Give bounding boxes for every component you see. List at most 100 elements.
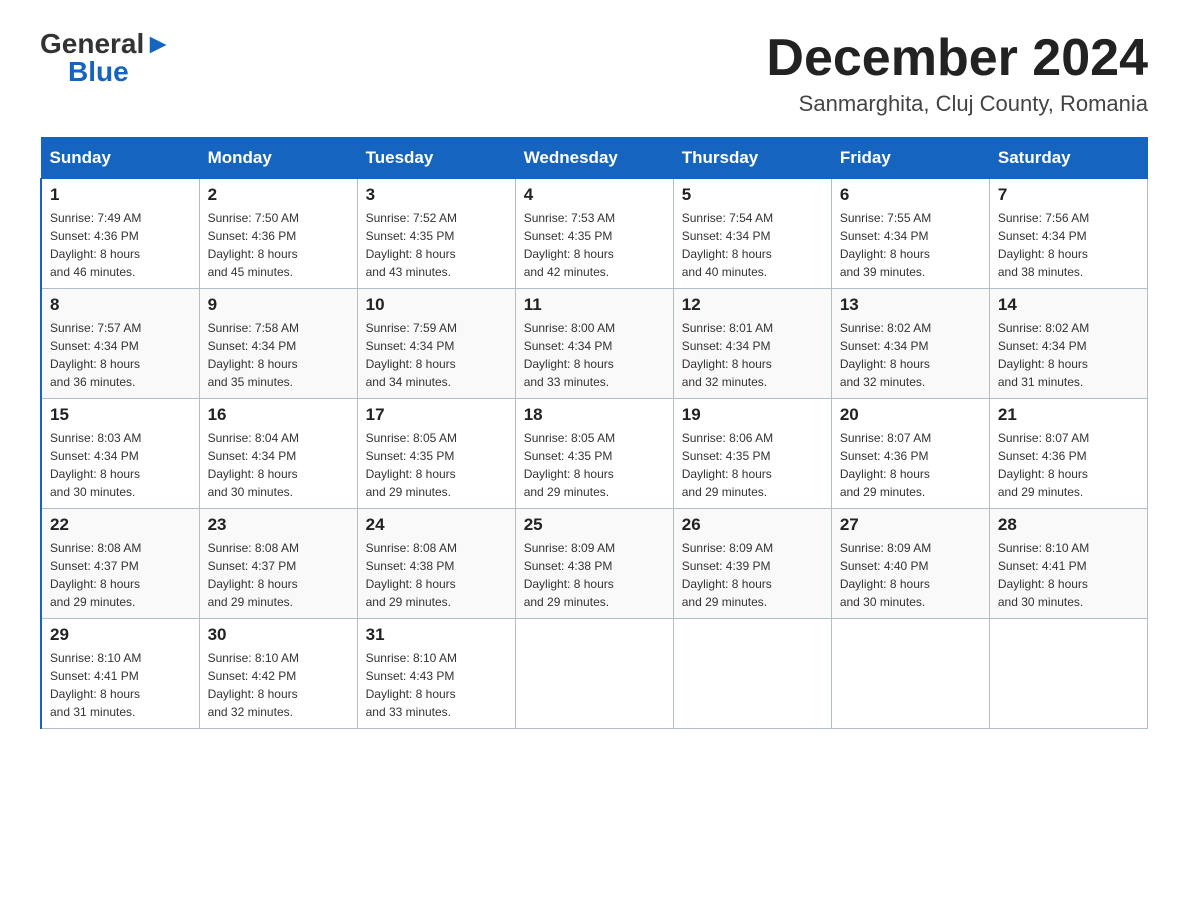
table-row — [515, 619, 673, 729]
day-number: 23 — [208, 515, 349, 535]
table-row: 27 Sunrise: 8:09 AMSunset: 4:40 PMDaylig… — [831, 509, 989, 619]
day-number: 25 — [524, 515, 665, 535]
day-number: 27 — [840, 515, 981, 535]
day-number: 15 — [50, 405, 191, 425]
calendar-row: 8 Sunrise: 7:57 AMSunset: 4:34 PMDayligh… — [41, 289, 1148, 399]
table-row: 15 Sunrise: 8:03 AMSunset: 4:34 PMDaylig… — [41, 399, 199, 509]
location: Sanmarghita, Cluj County, Romania — [766, 91, 1148, 117]
table-row: 2 Sunrise: 7:50 AMSunset: 4:36 PMDayligh… — [199, 179, 357, 289]
day-number: 10 — [366, 295, 507, 315]
table-row: 7 Sunrise: 7:56 AMSunset: 4:34 PMDayligh… — [989, 179, 1147, 289]
table-row: 14 Sunrise: 8:02 AMSunset: 4:34 PMDaylig… — [989, 289, 1147, 399]
day-info: Sunrise: 7:58 AMSunset: 4:34 PMDaylight:… — [208, 319, 349, 391]
day-number: 31 — [366, 625, 507, 645]
day-number: 7 — [998, 185, 1139, 205]
table-row: 9 Sunrise: 7:58 AMSunset: 4:34 PMDayligh… — [199, 289, 357, 399]
day-info: Sunrise: 8:10 AMSunset: 4:43 PMDaylight:… — [366, 649, 507, 721]
table-row: 25 Sunrise: 8:09 AMSunset: 4:38 PMDaylig… — [515, 509, 673, 619]
table-row: 24 Sunrise: 8:08 AMSunset: 4:38 PMDaylig… — [357, 509, 515, 619]
day-number: 14 — [998, 295, 1139, 315]
day-number: 3 — [366, 185, 507, 205]
day-info: Sunrise: 8:04 AMSunset: 4:34 PMDaylight:… — [208, 429, 349, 501]
day-info: Sunrise: 8:09 AMSunset: 4:40 PMDaylight:… — [840, 539, 981, 611]
day-number: 11 — [524, 295, 665, 315]
day-number: 29 — [50, 625, 191, 645]
table-row: 20 Sunrise: 8:07 AMSunset: 4:36 PMDaylig… — [831, 399, 989, 509]
table-row: 22 Sunrise: 8:08 AMSunset: 4:37 PMDaylig… — [41, 509, 199, 619]
table-row — [673, 619, 831, 729]
day-info: Sunrise: 8:09 AMSunset: 4:39 PMDaylight:… — [682, 539, 823, 611]
day-info: Sunrise: 8:03 AMSunset: 4:34 PMDaylight:… — [50, 429, 191, 501]
col-saturday: Saturday — [989, 138, 1147, 179]
day-info: Sunrise: 7:53 AMSunset: 4:35 PMDaylight:… — [524, 209, 665, 281]
day-number: 9 — [208, 295, 349, 315]
calendar-row: 29 Sunrise: 8:10 AMSunset: 4:41 PMDaylig… — [41, 619, 1148, 729]
table-row: 10 Sunrise: 7:59 AMSunset: 4:34 PMDaylig… — [357, 289, 515, 399]
day-number: 20 — [840, 405, 981, 425]
logo-blue-text: Blue — [68, 58, 129, 86]
col-wednesday: Wednesday — [515, 138, 673, 179]
day-info: Sunrise: 8:07 AMSunset: 4:36 PMDaylight:… — [998, 429, 1139, 501]
table-row: 23 Sunrise: 8:08 AMSunset: 4:37 PMDaylig… — [199, 509, 357, 619]
table-row: 5 Sunrise: 7:54 AMSunset: 4:34 PMDayligh… — [673, 179, 831, 289]
table-row: 28 Sunrise: 8:10 AMSunset: 4:41 PMDaylig… — [989, 509, 1147, 619]
table-row: 3 Sunrise: 7:52 AMSunset: 4:35 PMDayligh… — [357, 179, 515, 289]
day-number: 22 — [50, 515, 191, 535]
table-row: 19 Sunrise: 8:06 AMSunset: 4:35 PMDaylig… — [673, 399, 831, 509]
day-info: Sunrise: 8:05 AMSunset: 4:35 PMDaylight:… — [366, 429, 507, 501]
calendar-table: Sunday Monday Tuesday Wednesday Thursday… — [40, 137, 1148, 729]
day-number: 13 — [840, 295, 981, 315]
day-number: 28 — [998, 515, 1139, 535]
calendar-header-row: Sunday Monday Tuesday Wednesday Thursday… — [41, 138, 1148, 179]
day-info: Sunrise: 7:56 AMSunset: 4:34 PMDaylight:… — [998, 209, 1139, 281]
page-header: General► Blue December 2024 Sanmarghita,… — [40, 30, 1148, 117]
table-row: 6 Sunrise: 7:55 AMSunset: 4:34 PMDayligh… — [831, 179, 989, 289]
table-row: 18 Sunrise: 8:05 AMSunset: 4:35 PMDaylig… — [515, 399, 673, 509]
table-row: 29 Sunrise: 8:10 AMSunset: 4:41 PMDaylig… — [41, 619, 199, 729]
table-row: 1 Sunrise: 7:49 AMSunset: 4:36 PMDayligh… — [41, 179, 199, 289]
day-number: 12 — [682, 295, 823, 315]
day-number: 4 — [524, 185, 665, 205]
day-number: 16 — [208, 405, 349, 425]
day-number: 21 — [998, 405, 1139, 425]
month-title: December 2024 — [766, 30, 1148, 87]
day-number: 18 — [524, 405, 665, 425]
day-info: Sunrise: 8:08 AMSunset: 4:37 PMDaylight:… — [208, 539, 349, 611]
day-info: Sunrise: 8:10 AMSunset: 4:42 PMDaylight:… — [208, 649, 349, 721]
day-number: 5 — [682, 185, 823, 205]
day-info: Sunrise: 8:08 AMSunset: 4:37 PMDaylight:… — [50, 539, 191, 611]
day-info: Sunrise: 8:06 AMSunset: 4:35 PMDaylight:… — [682, 429, 823, 501]
table-row: 12 Sunrise: 8:01 AMSunset: 4:34 PMDaylig… — [673, 289, 831, 399]
day-info: Sunrise: 8:01 AMSunset: 4:34 PMDaylight:… — [682, 319, 823, 391]
table-row: 26 Sunrise: 8:09 AMSunset: 4:39 PMDaylig… — [673, 509, 831, 619]
table-row — [831, 619, 989, 729]
day-info: Sunrise: 8:08 AMSunset: 4:38 PMDaylight:… — [366, 539, 507, 611]
day-info: Sunrise: 8:00 AMSunset: 4:34 PMDaylight:… — [524, 319, 665, 391]
table-row: 11 Sunrise: 8:00 AMSunset: 4:34 PMDaylig… — [515, 289, 673, 399]
day-info: Sunrise: 7:54 AMSunset: 4:34 PMDaylight:… — [682, 209, 823, 281]
day-info: Sunrise: 7:57 AMSunset: 4:34 PMDaylight:… — [50, 319, 191, 391]
day-number: 1 — [50, 185, 191, 205]
day-info: Sunrise: 8:09 AMSunset: 4:38 PMDaylight:… — [524, 539, 665, 611]
day-info: Sunrise: 8:05 AMSunset: 4:35 PMDaylight:… — [524, 429, 665, 501]
day-number: 24 — [366, 515, 507, 535]
day-number: 6 — [840, 185, 981, 205]
col-friday: Friday — [831, 138, 989, 179]
day-info: Sunrise: 8:02 AMSunset: 4:34 PMDaylight:… — [998, 319, 1139, 391]
table-row: 4 Sunrise: 7:53 AMSunset: 4:35 PMDayligh… — [515, 179, 673, 289]
calendar-row: 22 Sunrise: 8:08 AMSunset: 4:37 PMDaylig… — [41, 509, 1148, 619]
day-info: Sunrise: 7:59 AMSunset: 4:34 PMDaylight:… — [366, 319, 507, 391]
day-info: Sunrise: 7:49 AMSunset: 4:36 PMDaylight:… — [50, 209, 191, 281]
col-monday: Monday — [199, 138, 357, 179]
day-number: 19 — [682, 405, 823, 425]
col-sunday: Sunday — [41, 138, 199, 179]
day-number: 2 — [208, 185, 349, 205]
logo: General► Blue — [40, 30, 172, 86]
calendar-row: 15 Sunrise: 8:03 AMSunset: 4:34 PMDaylig… — [41, 399, 1148, 509]
day-number: 26 — [682, 515, 823, 535]
table-row: 31 Sunrise: 8:10 AMSunset: 4:43 PMDaylig… — [357, 619, 515, 729]
col-tuesday: Tuesday — [357, 138, 515, 179]
day-info: Sunrise: 7:52 AMSunset: 4:35 PMDaylight:… — [366, 209, 507, 281]
logo-general-text: General► — [40, 30, 172, 58]
table-row — [989, 619, 1147, 729]
